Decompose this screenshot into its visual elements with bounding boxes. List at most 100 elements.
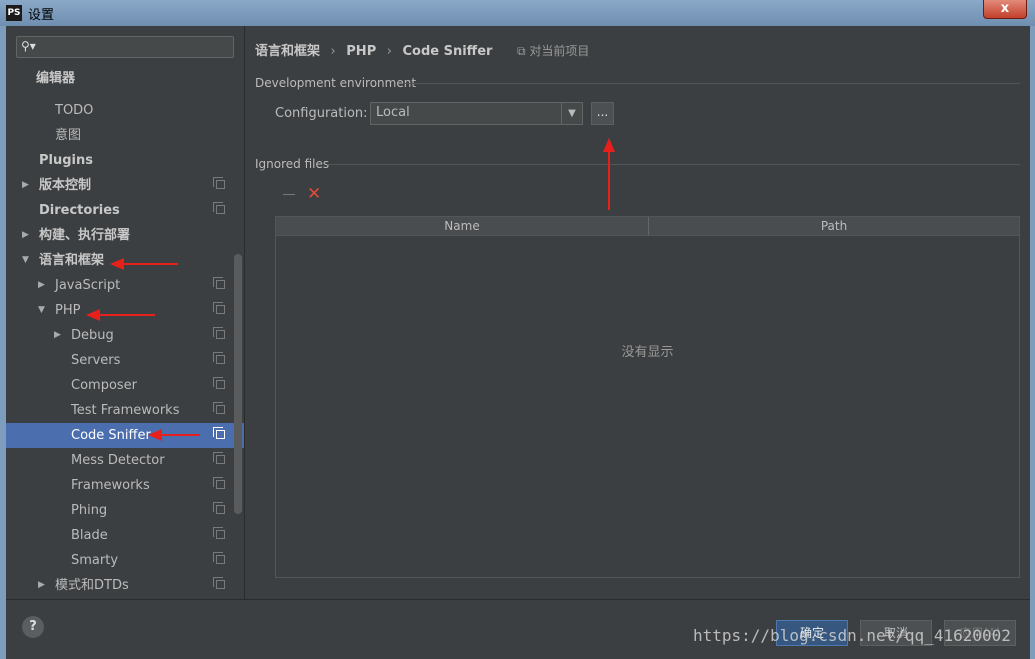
window-title: 设置 (28, 8, 55, 23)
project-copy-icon (213, 402, 225, 414)
search-icon: ⚲▾ (21, 39, 36, 53)
configuration-label: Configuration: (275, 106, 368, 121)
breadcrumb: 语言和框架 › PHP › Code Sniffer ⧉ 对当前项目 (255, 40, 601, 59)
project-copy-icon (213, 302, 225, 314)
tree-item-label: JavaScript (55, 278, 121, 293)
expand-arrow-icon[interactable]: ▶ (54, 323, 61, 348)
project-copy-icon (213, 452, 225, 464)
tree-item-debug[interactable]: ▶ Debug (6, 323, 244, 348)
tree-item-languages[interactable]: ▼ 语言和框架 (6, 248, 244, 273)
tree-item-label: Phing (71, 503, 108, 518)
chevron-right-icon: › (330, 44, 336, 59)
tree-item-label: 模式和DTDs (55, 578, 129, 593)
tree-item-build[interactable]: ▶ 构建、执行部署 (6, 223, 244, 248)
settings-search-input[interactable]: ⚲▾ (16, 36, 234, 58)
remove-icon[interactable] (283, 194, 295, 195)
project-copy-icon (213, 502, 225, 514)
tree-item-version-control[interactable]: ▶ 版本控制 (6, 173, 244, 198)
column-header-name[interactable]: Name (276, 217, 648, 235)
empty-table-text: 没有显示 (621, 345, 674, 360)
sidebar-scrollbar[interactable] (234, 254, 242, 514)
title-bar: PS 设置 x (0, 0, 1035, 26)
tree-item-schemas-dtds[interactable]: ▶ 模式和DTDs (6, 573, 244, 598)
window-frame-right (1030, 26, 1035, 659)
expand-arrow-icon[interactable]: ▶ (38, 573, 45, 598)
expand-arrow-icon[interactable]: ▶ (38, 273, 45, 298)
project-copy-icon (213, 377, 225, 389)
project-copy-icon (213, 327, 225, 339)
project-copy-icon (213, 577, 225, 589)
column-header-path[interactable]: Path (649, 217, 1019, 235)
tree-item-php[interactable]: ▼ PHP (6, 298, 244, 323)
tree-item-label: Blade (71, 528, 108, 543)
tree-item-code-sniffer[interactable]: Code Sniffer (6, 423, 244, 448)
tree-item-label: 构建、执行部署 (39, 228, 131, 243)
tree-item-label: Plugins (39, 153, 93, 168)
ignored-files-section-title: Ignored files (255, 157, 330, 171)
browse-configuration-button[interactable]: ... (591, 102, 614, 125)
tree-item-label: 编辑器 (36, 71, 76, 86)
project-scope-text: 对当前项目 (529, 44, 590, 58)
tree-item-todo[interactable]: TODO (6, 98, 244, 123)
dropdown-arrow-icon[interactable]: ▼ (561, 103, 582, 124)
configuration-select[interactable]: Local ▼ (370, 102, 583, 125)
tree-item-label: PHP (55, 303, 81, 318)
delete-icon[interactable]: ✕ (307, 184, 321, 204)
tree-item-directories[interactable]: Directories (6, 198, 244, 223)
tree-item-label: Frameworks (71, 478, 150, 493)
breadcrumb-item: 语言和框架 (255, 44, 321, 59)
tree-item-composer[interactable]: Composer (6, 373, 244, 398)
settings-content: 语言和框架 › PHP › Code Sniffer ⧉ 对当前项目 Devel… (245, 26, 1030, 599)
tree-item-label: 版本控制 (39, 178, 92, 193)
tree-item-mess-detector[interactable]: Mess Detector (6, 448, 244, 473)
project-copy-icon (213, 527, 225, 539)
ignored-files-table: Name Path 没有显示 (275, 216, 1020, 578)
tree-item-plugins[interactable]: Plugins (6, 148, 244, 173)
project-scope-label: ⧉ 对当前项目 (516, 44, 590, 58)
project-copy-icon (213, 177, 225, 189)
tree-item-editor[interactable]: 编辑器 (6, 66, 244, 91)
chevron-right-icon: › (386, 44, 392, 59)
tree-item-javascript[interactable]: ▶ JavaScript (6, 273, 244, 298)
help-button[interactable]: ? (22, 616, 44, 638)
tree-item-servers[interactable]: Servers (6, 348, 244, 373)
tree-item-intentions[interactable]: 意图 (6, 123, 244, 148)
phpstorm-logo: PS (6, 5, 22, 21)
project-copy-icon (213, 552, 225, 564)
tree-item-label: 语言和框架 (39, 253, 105, 268)
project-copy-icon (213, 427, 225, 439)
tree-item-smarty[interactable]: Smarty (6, 548, 244, 573)
tree-item-label: Debug (71, 328, 114, 343)
project-copy-icon (213, 202, 225, 214)
configuration-value: Local (376, 105, 410, 120)
breadcrumb-item: Code Sniffer (402, 44, 493, 59)
watermark-text: https://blog.csdn.net/qq_41620002 (693, 626, 1011, 645)
table-header: Name Path (276, 217, 1019, 236)
tree-item-label: 意图 (55, 128, 82, 143)
expand-arrow-icon[interactable]: ▶ (22, 223, 29, 248)
window-close-button[interactable]: x (983, 0, 1027, 19)
tree-item-label: Smarty (71, 553, 119, 568)
tree-item-label: Composer (71, 378, 138, 393)
tree-item-frameworks[interactable]: Frameworks (6, 473, 244, 498)
tree-item-phing[interactable]: Phing (6, 498, 244, 523)
tree-item-label: Directories (39, 203, 120, 218)
breadcrumb-item: PHP (346, 44, 377, 59)
tree-item-label: Test Frameworks (71, 403, 180, 418)
tree-item-label: Mess Detector (71, 453, 165, 468)
tree-item-label: Servers (71, 353, 121, 368)
project-copy-icon (213, 277, 225, 289)
tree-item-blade[interactable]: Blade (6, 523, 244, 548)
project-copy-icon (213, 477, 225, 489)
settings-sidebar: ⚲▾ 编辑器 TODO 意图 Plugins ▶ 版本控制 Directorie… (6, 26, 245, 599)
section-divider (327, 164, 1020, 165)
expand-arrow-icon[interactable]: ▶ (22, 173, 29, 198)
project-copy-icon (213, 352, 225, 364)
tree-item-label: Code Sniffer (71, 428, 151, 443)
collapse-arrow-icon[interactable]: ▼ (22, 248, 29, 273)
collapse-arrow-icon[interactable]: ▼ (38, 298, 45, 323)
dev-env-section-title: Development environment (255, 76, 417, 90)
tree-item-test-frameworks[interactable]: Test Frameworks (6, 398, 244, 423)
section-divider (405, 83, 1020, 84)
tree-item-label: TODO (55, 103, 94, 118)
